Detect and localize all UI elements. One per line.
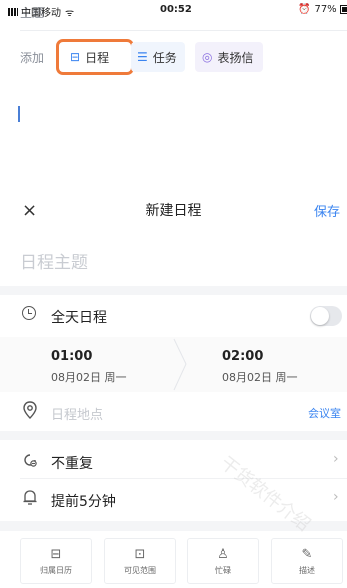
add-label: 添加 xyxy=(20,51,45,65)
description-label: 描述 xyxy=(299,565,315,575)
carrier-label: 中国移动 xyxy=(21,8,61,19)
status-left: 中国移动 ᯤ xyxy=(8,4,74,19)
schedule-chip-label: 日程 xyxy=(85,50,110,65)
alarm-icon: ⏰ xyxy=(298,4,311,15)
divider xyxy=(20,30,347,31)
person-icon: ♙ xyxy=(217,546,229,562)
start-time[interactable]: 01:00 xyxy=(51,349,92,364)
divider xyxy=(20,478,347,479)
section-divider xyxy=(0,286,347,295)
battery-icon xyxy=(339,5,347,14)
clock-icon xyxy=(22,306,36,320)
busy-status-label: 忙碌 xyxy=(215,565,231,575)
note-icon: ✎ xyxy=(301,546,313,562)
status-right: ⏰ 77% xyxy=(298,4,347,15)
calendar-ownership-button[interactable]: ⊟ 归属日历 xyxy=(20,538,92,584)
visibility-label: 可见范围 xyxy=(124,565,156,575)
all-day-label: 全天日程 xyxy=(51,310,107,326)
meeting-room-link[interactable]: 会议室 xyxy=(308,405,341,421)
signal-icon xyxy=(8,7,18,16)
chevron-right-icon: › xyxy=(333,489,339,505)
location-pin-icon xyxy=(23,401,37,419)
repeat-label[interactable]: 不重复 xyxy=(51,453,93,473)
calendar-icon: ⊟ xyxy=(50,546,62,562)
location-input[interactable]: 日程地点 xyxy=(51,404,103,423)
schedule-title-input[interactable]: 日程主题 xyxy=(20,248,88,273)
task-chip[interactable]: ☰ 任务 xyxy=(131,42,185,72)
calendar-ownership-label: 归属日历 xyxy=(40,565,72,575)
description-button[interactable]: ✎ 描述 xyxy=(271,538,343,584)
end-date[interactable]: 08月02日 周一 xyxy=(222,369,298,385)
status-time: 00:52 xyxy=(160,4,192,15)
list-icon: ☰ xyxy=(137,50,148,64)
battery-percent: 77% xyxy=(314,4,337,15)
bell-icon xyxy=(23,490,37,505)
all-day-toggle-knob xyxy=(311,307,329,325)
praise-letter-chip-label: 表扬信 xyxy=(217,50,254,65)
status-bar xyxy=(0,170,347,190)
text-cursor xyxy=(18,106,20,122)
save-button[interactable]: 保存 xyxy=(314,201,340,220)
page-title: 新建日程 xyxy=(145,203,202,219)
section-divider xyxy=(0,431,347,440)
lock-icon: ⊡ xyxy=(134,546,146,562)
chevron-right-icon: › xyxy=(333,451,339,467)
task-chip-label: 任务 xyxy=(152,50,177,65)
repeat-icon xyxy=(24,454,37,467)
wifi-icon: ᯤ xyxy=(65,7,75,19)
medal-icon: ◎ xyxy=(202,50,213,64)
chevron-right-icon xyxy=(173,338,187,391)
schedule-chip[interactable]: ⊟ 日程 xyxy=(56,39,134,75)
reminder-label[interactable]: 提前5分钟 xyxy=(51,491,116,511)
busy-status-button[interactable]: ♙ 忙碌 xyxy=(187,538,259,584)
start-date[interactable]: 08月02日 周一 xyxy=(51,369,127,385)
visibility-button[interactable]: ⊡ 可见范围 xyxy=(104,538,176,584)
calendar-icon: ⊟ xyxy=(70,50,81,64)
editor-area xyxy=(0,0,347,160)
end-time[interactable]: 02:00 xyxy=(222,349,263,364)
praise-letter-chip[interactable]: ◎ 表扬信 xyxy=(195,42,263,72)
